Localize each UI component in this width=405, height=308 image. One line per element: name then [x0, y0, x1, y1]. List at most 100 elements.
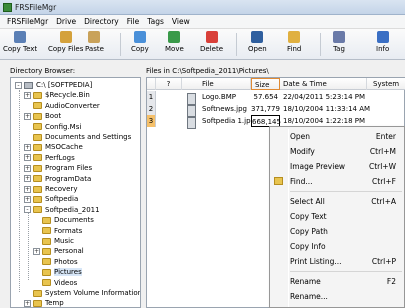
context-menu-copy-info[interactable]: Copy Info	[272, 239, 404, 254]
copy-text-button[interactable]: Copy Text	[3, 31, 37, 58]
folder-icon	[33, 206, 42, 214]
menu-frsfilemgr[interactable]: FRSFileMgr	[3, 17, 52, 26]
tree-item[interactable]: + Softpedia	[24, 194, 78, 204]
menu-item-shortcut: F2	[386, 277, 396, 286]
folder-icon	[33, 164, 42, 172]
tree-item[interactable]: Music	[33, 236, 74, 246]
open-button[interactable]: Open	[248, 31, 267, 58]
menu-view[interactable]: View	[168, 17, 194, 26]
expand-icon[interactable]: +	[33, 247, 40, 255]
folder-icon	[33, 299, 42, 307]
menu-item-shortcut: Ctrl+A	[371, 197, 396, 206]
tree-item[interactable]: Documents	[33, 215, 94, 225]
menu-item-shortcut: Ctrl+M	[369, 147, 396, 156]
toolbar-label: Copy Files	[48, 45, 84, 53]
expand-icon[interactable]: +	[24, 143, 31, 151]
directory-tree[interactable]: - C:\ [SOFTPEDIA] + $Recycle.Bin AudioConver…	[10, 77, 141, 308]
header-tag[interactable]: ?	[156, 78, 182, 90]
tree-item[interactable]: + Recovery	[24, 184, 77, 194]
context-menu-select-all[interactable]: Select All Ctrl+A	[272, 194, 404, 209]
context-menu-find[interactable]: Find... Ctrl+F	[272, 174, 404, 189]
context-menu-copy-text[interactable]: Copy Text	[272, 209, 404, 224]
tree-item[interactable]: + Personal	[33, 246, 84, 256]
header-size[interactable]: Size	[251, 78, 280, 90]
file-list-header: ? File Size Date & Time System	[147, 78, 405, 90]
expand-icon[interactable]: +	[24, 91, 31, 99]
tree-item[interactable]: + Program Files	[24, 163, 92, 173]
tree-item-label: Softpedia_2011	[45, 205, 100, 214]
find-button[interactable]: Find	[287, 31, 301, 58]
tree-item[interactable]: Photos	[33, 257, 78, 267]
delete-button[interactable]: Delete	[200, 31, 223, 58]
collapse-icon[interactable]: -	[24, 206, 31, 214]
tree-item[interactable]: System Volume Information	[24, 288, 140, 298]
collapse-icon[interactable]: -	[15, 81, 22, 89]
copy-button[interactable]: Copy	[131, 31, 149, 58]
header-rownum[interactable]	[147, 78, 156, 90]
folder-icon	[33, 112, 42, 120]
folder-icon	[33, 102, 42, 110]
menu-item-shortcut: Ctrl+F	[372, 177, 396, 186]
tree-item[interactable]: + PerfLogs	[24, 153, 75, 163]
menu-item-label: Open	[290, 132, 311, 141]
expand-icon[interactable]: +	[24, 299, 31, 307]
menu-tags[interactable]: Tags	[143, 17, 168, 26]
tree-item-label: ProgramData	[45, 174, 92, 183]
context-menu-adjust-date-time[interactable]: Adjust Date/Time...	[272, 304, 404, 308]
expand-icon[interactable]: +	[24, 175, 31, 183]
tree-item[interactable]: Config.Msi	[24, 122, 81, 132]
context-menu-modify[interactable]: Modify Ctrl+M	[272, 144, 404, 159]
tree-item[interactable]: + Boot	[24, 111, 61, 121]
tree-item[interactable]: + ProgramData	[24, 174, 91, 184]
expand-icon[interactable]: +	[24, 185, 31, 193]
header-date[interactable]: Date & Time	[280, 78, 367, 90]
tree-item-label: Softpedia	[45, 195, 79, 204]
file-row[interactable]: 1 Logo.BMP 57.654 22/04/2011 5:23:14 PM	[147, 91, 405, 105]
menu-drive[interactable]: Drive	[52, 17, 80, 26]
file-row[interactable]: 2 Softnews.jpg 371,779 18/10/2004 11:33:14 …	[147, 103, 405, 117]
tree-item[interactable]: Formats	[33, 226, 82, 236]
header-system[interactable]: System	[367, 78, 405, 90]
tree-item[interactable]: + Temp	[24, 298, 64, 307]
tree-item[interactable]: + MSOCache	[24, 142, 83, 152]
context-menu-rename[interactable]: Rename...	[272, 289, 404, 304]
context-menu-open[interactable]: Open Enter	[272, 129, 404, 144]
context-menu-image-preview[interactable]: Image Preview Ctrl+W	[272, 159, 404, 174]
toolbar-label: Info	[376, 45, 390, 53]
folder-icon	[33, 123, 42, 131]
context-menu: Open Enter Modify Ctrl+M Image Preview Ctrl+W…	[269, 126, 405, 308]
tree-item[interactable]: - C:\ [SOFTPEDIA]	[15, 80, 92, 90]
tree-item[interactable]: + $Recycle.Bin	[24, 90, 90, 100]
file-size: 57.654	[253, 93, 279, 101]
expand-icon[interactable]: +	[24, 112, 31, 120]
folder-icon	[42, 279, 51, 287]
tree-item[interactable]: Pictures	[33, 267, 82, 277]
paste-icon	[88, 31, 101, 43]
menu-directory[interactable]: Directory	[80, 17, 123, 26]
tree-item[interactable]: Videos	[33, 278, 77, 288]
tree-item[interactable]: Documents and Settings	[24, 132, 131, 142]
menu-separator	[290, 271, 402, 272]
tag-button[interactable]: Tag	[333, 31, 345, 58]
paste-button[interactable]: Paste	[85, 31, 104, 58]
menu-file[interactable]: File	[123, 17, 144, 26]
expand-icon[interactable]: +	[24, 164, 31, 172]
tree-item[interactable]: AudioConverter	[24, 101, 100, 111]
expand-icon[interactable]: +	[24, 154, 31, 162]
header-file[interactable]: File	[182, 78, 251, 90]
move-button[interactable]: Move	[165, 31, 184, 58]
menu-item-label: Find...	[290, 177, 313, 186]
tree-item[interactable]: - Softpedia_2011	[24, 205, 100, 215]
move-icon	[168, 31, 181, 43]
info-button[interactable]: Info	[376, 31, 389, 58]
copy-files-icon	[59, 31, 72, 43]
menu-item-shortcut: Ctrl+W	[368, 162, 396, 171]
context-menu-rename[interactable]: Rename F2	[272, 274, 404, 289]
context-menu-print-listing[interactable]: Print Listing... Ctrl+P	[272, 254, 404, 269]
folder-icon	[42, 258, 51, 266]
expand-icon[interactable]: +	[24, 195, 31, 203]
context-menu-copy-path[interactable]: Copy Path	[272, 224, 404, 239]
copy-text-icon	[14, 31, 27, 43]
tree-item-label: C:\ [SOFTPEDIA]	[36, 81, 93, 89]
copy-files-button[interactable]: Copy Files	[48, 31, 83, 58]
